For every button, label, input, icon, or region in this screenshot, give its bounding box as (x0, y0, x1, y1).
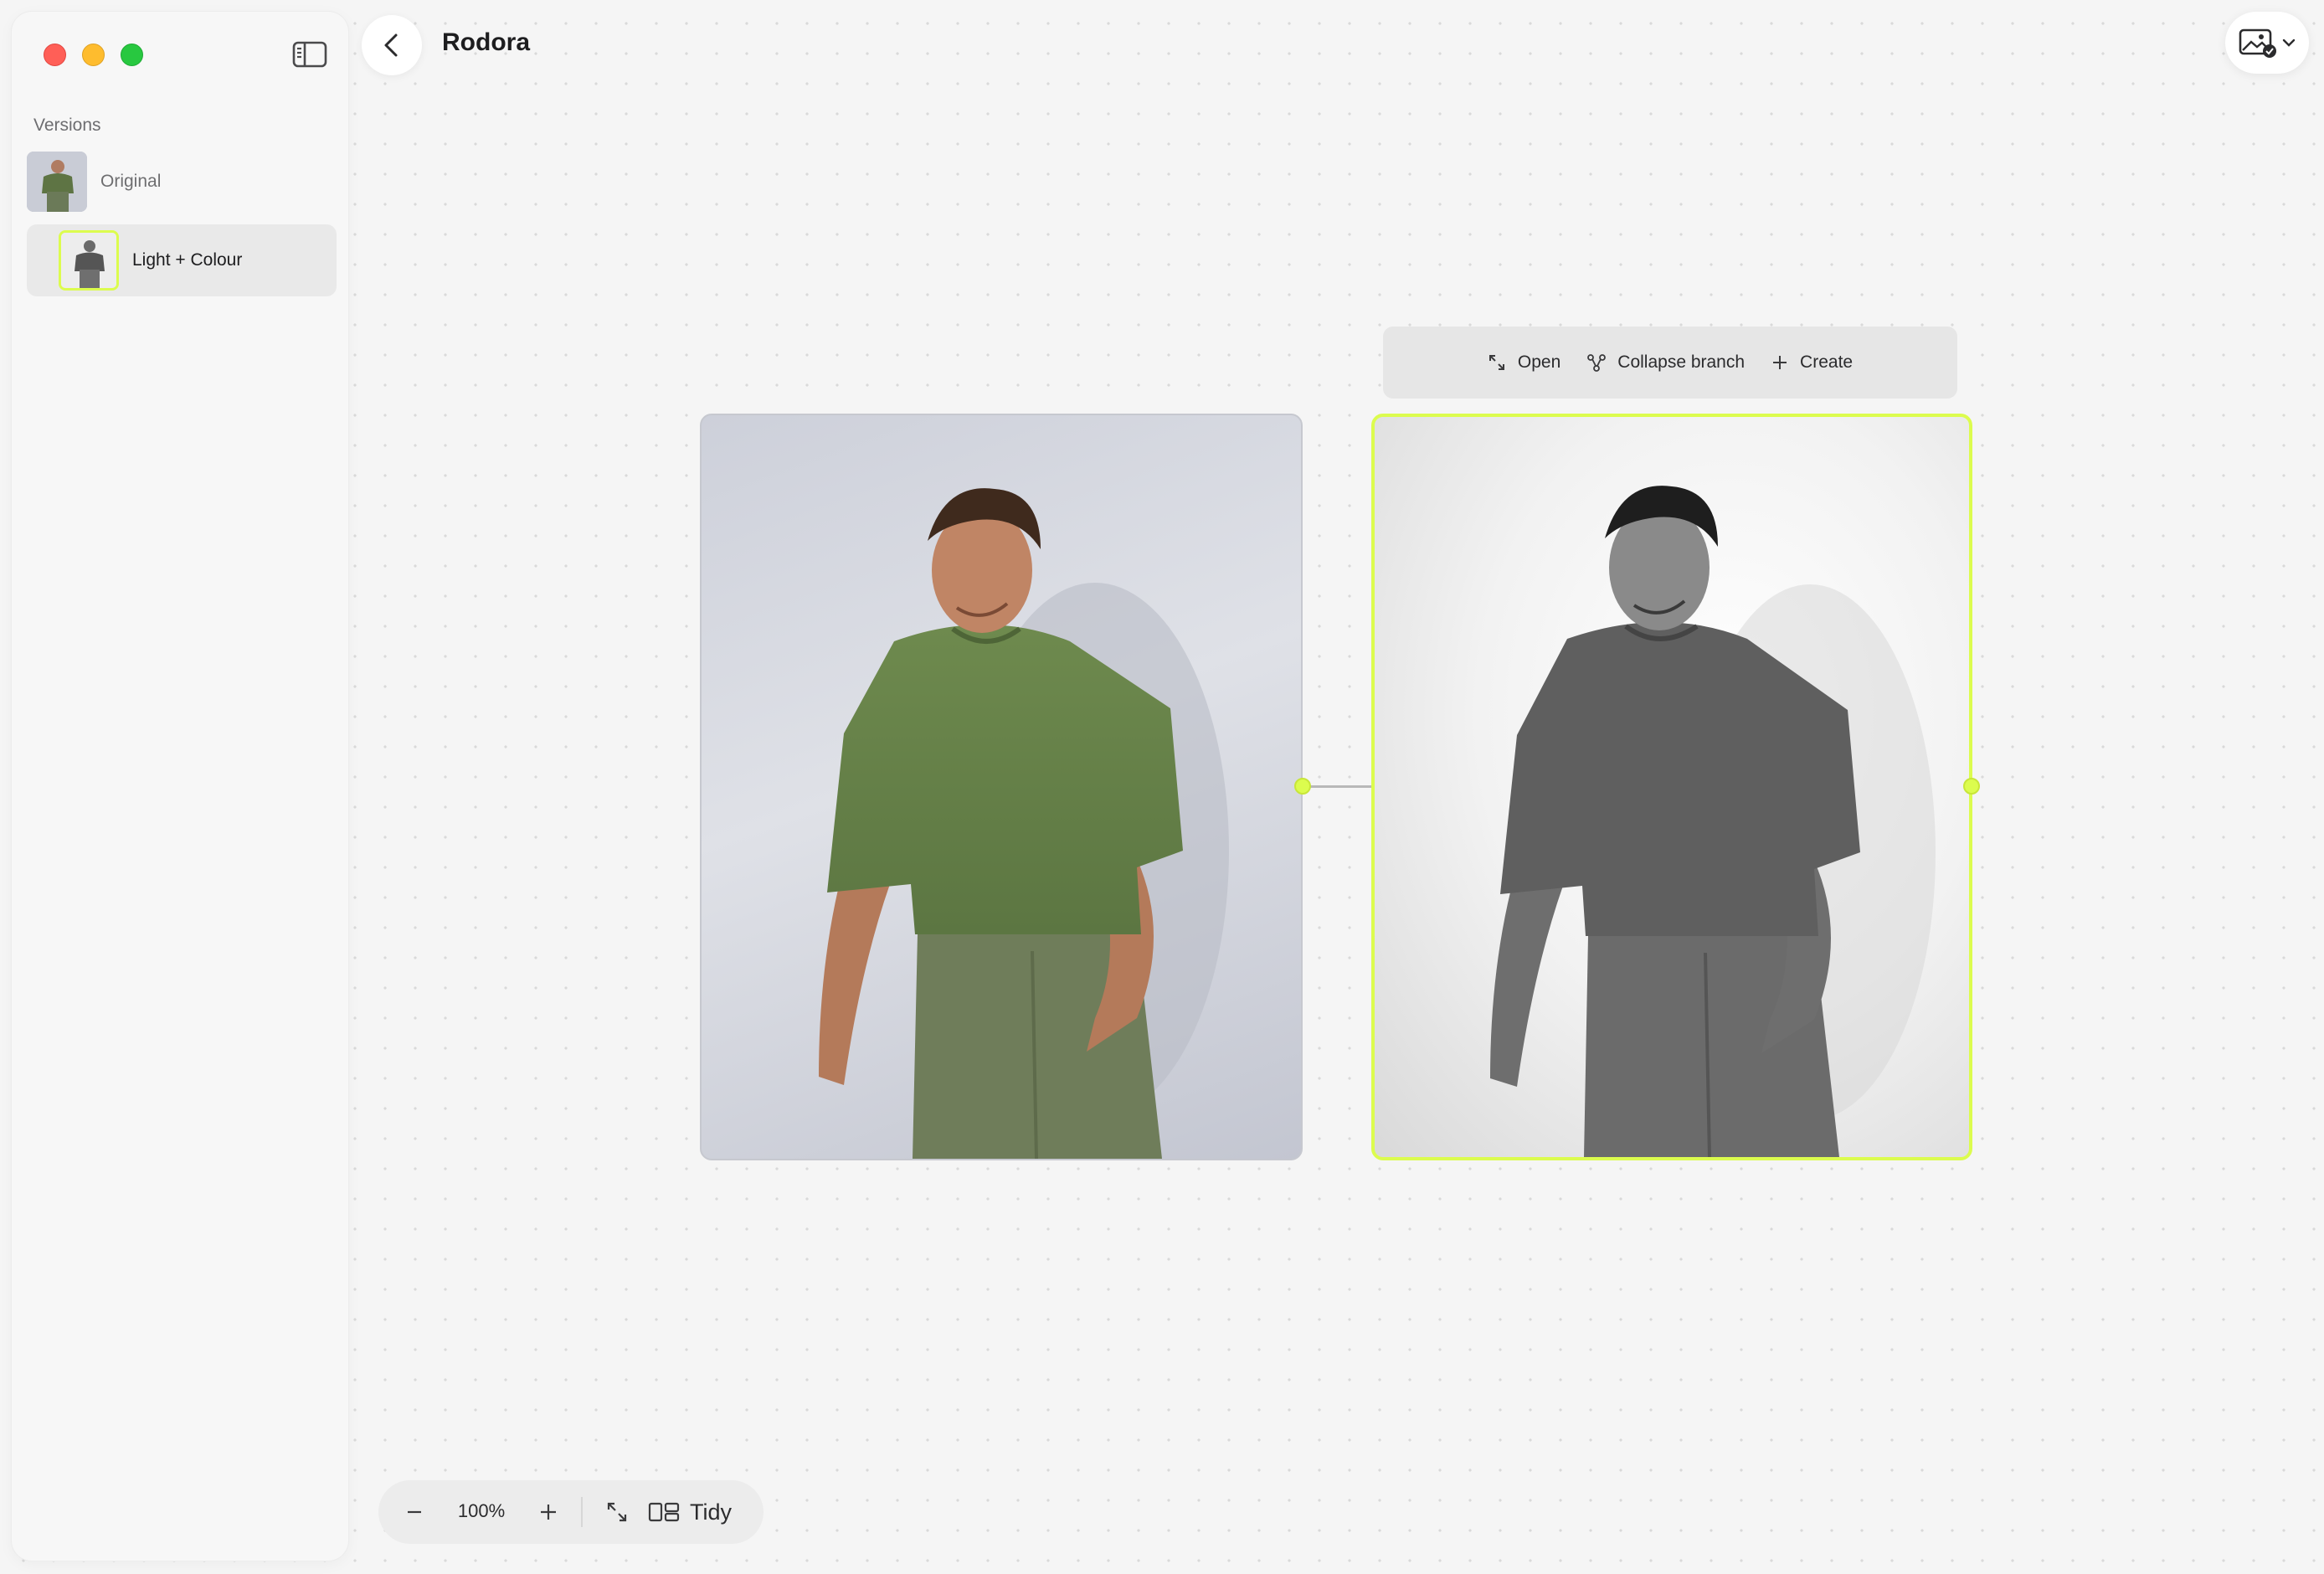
plus-icon (541, 1505, 556, 1520)
zoom-out-button[interactable] (395, 1493, 434, 1531)
maximize-window-button[interactable] (121, 44, 143, 66)
plus-icon (1773, 356, 1787, 369)
image-check-icon (2239, 28, 2276, 58)
close-window-button[interactable] (44, 44, 66, 66)
version-label-light-colour: Light + Colour (132, 250, 243, 270)
create-label: Create (1800, 352, 1854, 372)
sidebar-toggle-button[interactable] (291, 40, 328, 69)
photo-original (819, 488, 1229, 1159)
branch-icon (1587, 354, 1607, 372)
image-node-light-colour[interactable] (1371, 414, 1972, 1160)
collapse-branch-button[interactable]: Collapse branch (1587, 352, 1745, 373)
tidy-button[interactable]: Tidy (648, 1492, 732, 1532)
minimize-window-button[interactable] (82, 44, 105, 66)
page-title: Rodora (442, 28, 530, 56)
photo-light-colour (1490, 486, 1936, 1157)
open-label: Open (1517, 352, 1561, 372)
node-connector (1303, 785, 1371, 788)
versions-section-title: Versions (33, 116, 101, 135)
image-menu-button[interactable] (2225, 12, 2309, 74)
expand-arrows-icon (1488, 355, 1504, 370)
version-thumbnail-original (27, 152, 87, 212)
back-button[interactable] (362, 15, 422, 75)
zoom-toolbar: 100% Tidy (378, 1480, 764, 1544)
chevron-left-icon (384, 33, 398, 57)
node-toolbar: Open Collapse branch Create (1383, 327, 1957, 399)
tidy-label: Tidy (690, 1499, 733, 1525)
version-thumbnail-light-colour (59, 230, 119, 291)
image-node-original[interactable] (700, 414, 1303, 1160)
minus-icon (408, 1510, 421, 1514)
zoom-in-button[interactable] (529, 1493, 568, 1531)
connector-handle-right[interactable] (1963, 778, 1980, 795)
version-item-original[interactable]: Original (27, 146, 337, 218)
sidebar: Versions Original Light + Colour (12, 12, 348, 1561)
fit-screen-icon (607, 1502, 627, 1522)
zoom-level: 100% (457, 1500, 506, 1521)
version-item-light-colour[interactable]: Light + Colour (27, 224, 337, 296)
chevron-down-icon (2282, 39, 2296, 47)
app-window: Versions Original Light + Colour Rodora … (0, 0, 2324, 1574)
connector-handle-left[interactable] (1294, 778, 1311, 795)
sidebar-toggle-icon (292, 41, 327, 68)
collapse-branch-label: Collapse branch (1617, 352, 1746, 372)
toolbar-divider (581, 1497, 583, 1527)
create-button[interactable]: Create (1771, 352, 1853, 373)
version-label-original: Original (100, 172, 162, 191)
open-button[interactable]: Open (1488, 352, 1560, 373)
layout-icon (648, 1502, 680, 1522)
fit-to-screen-button[interactable] (598, 1493, 636, 1531)
